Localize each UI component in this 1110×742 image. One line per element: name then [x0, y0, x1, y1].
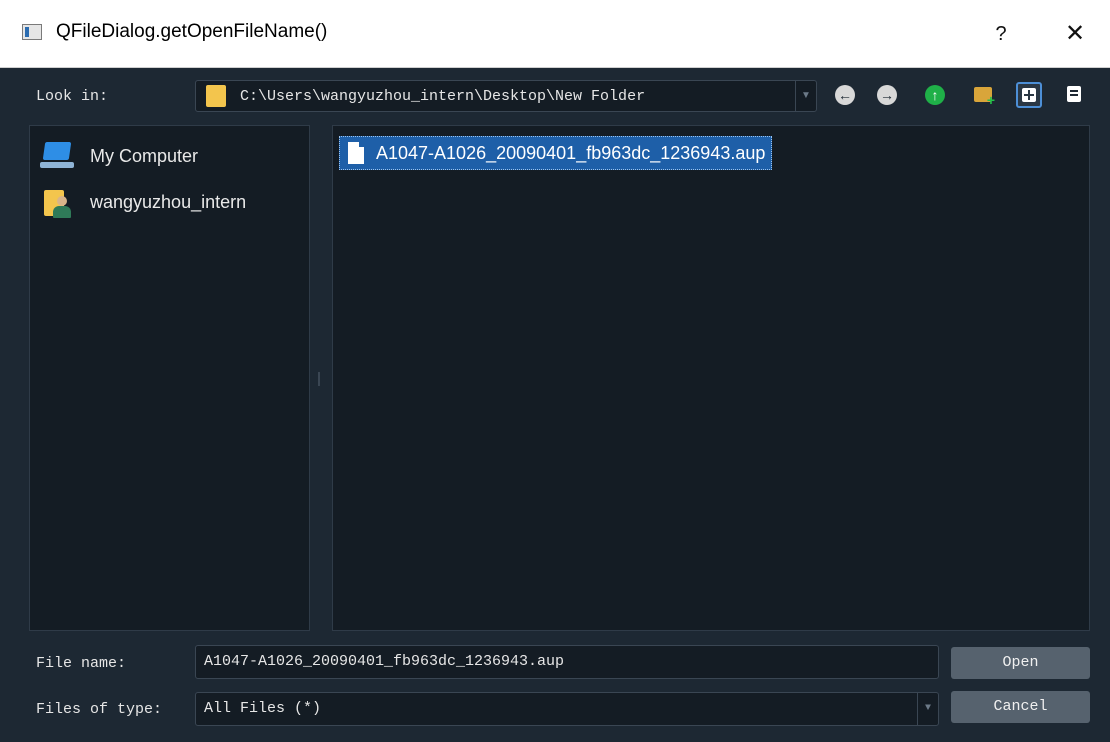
file-item-label: A1047-A1026_20090401_fb963dc_1236943.aup	[376, 143, 766, 163]
title-bar: QFileDialog.getOpenFileName() ? ✕	[0, 0, 1110, 68]
file-list[interactable]: A1047-A1026_20090401_fb963dc_1236943.aup	[332, 125, 1090, 631]
file-type-select[interactable]: All Files (*) ▼	[195, 692, 939, 726]
detail-view-button[interactable]	[1062, 82, 1088, 108]
new-folder-icon	[974, 87, 995, 108]
file-item[interactable]: A1047-A1026_20090401_fb963dc_1236943.aup	[339, 136, 773, 170]
file-type-label: Files of type:	[36, 701, 163, 718]
forward-icon: →	[877, 85, 897, 105]
folder-icon	[206, 85, 226, 107]
detail-view-icon	[1067, 86, 1081, 102]
look-in-combo[interactable]: C:\Users\wangyuzhou_intern\Desktop\New F…	[195, 80, 817, 112]
look-in-label: Look in:	[36, 88, 109, 105]
app-window-icon	[22, 24, 42, 40]
window-title: QFileDialog.getOpenFileName()	[56, 21, 328, 42]
file-name-input[interactable]: A1047-A1026_20090401_fb963dc_1236943.aup	[195, 645, 939, 679]
look-in-path: C:\Users\wangyuzhou_intern\Desktop\New F…	[240, 88, 646, 105]
close-button[interactable]: ✕	[1050, 14, 1100, 54]
forward-button[interactable]: →	[874, 82, 900, 108]
sidebar-item-label: My Computer	[90, 146, 199, 166]
sidebar-item-my-computer[interactable]: My Computer	[40, 138, 300, 174]
parent-directory-button[interactable]: ↑	[922, 82, 948, 108]
new-folder-button[interactable]	[970, 82, 996, 108]
cancel-button[interactable]: Cancel	[951, 691, 1090, 723]
chevron-down-icon[interactable]: ▼	[917, 693, 938, 725]
computer-icon	[40, 142, 76, 170]
sidebar-item-user[interactable]: wangyuzhou_intern	[40, 184, 300, 220]
parent-folder-icon: ↑	[925, 85, 945, 105]
sidebar-places[interactable]: My Computer wangyuzhou_intern	[29, 125, 310, 631]
user-folder-icon	[44, 186, 72, 218]
sidebar-item-label: wangyuzhou_intern	[90, 192, 247, 212]
file-type-value: All Files (*)	[204, 700, 322, 717]
file-icon	[348, 142, 364, 164]
icon-view-icon	[1022, 88, 1036, 102]
chevron-down-icon[interactable]: ▼	[795, 81, 816, 111]
help-button[interactable]: ?	[976, 14, 1026, 54]
back-button[interactable]: ←	[832, 82, 858, 108]
icon-view-button[interactable]	[1016, 82, 1042, 108]
splitter-handle[interactable]	[318, 372, 320, 386]
file-name-label: File name:	[36, 655, 127, 672]
back-icon: ←	[835, 85, 855, 105]
open-button[interactable]: Open	[951, 647, 1090, 679]
